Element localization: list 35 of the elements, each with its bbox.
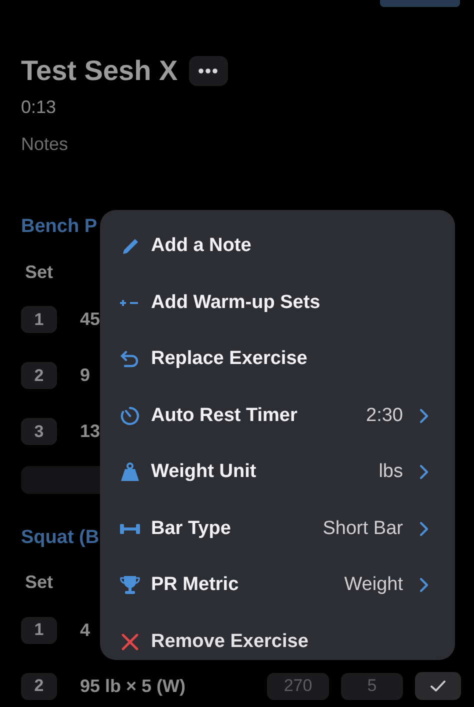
menu-item[interactable]: Remove Exercise bbox=[100, 614, 455, 670]
more-button[interactable] bbox=[188, 56, 228, 86]
previous-value: 4 bbox=[80, 618, 90, 642]
previous-value: 45 bbox=[80, 308, 100, 331]
set-number[interactable]: 1 bbox=[21, 616, 57, 644]
previous-value: 95 lb × 5 (W) bbox=[80, 674, 186, 698]
set-header: Set bbox=[25, 260, 54, 284]
weight-icon bbox=[119, 461, 141, 484]
chevron-right-icon bbox=[419, 464, 429, 480]
menu-item[interactable]: Replace Exercise bbox=[100, 331, 455, 388]
checkmark-icon bbox=[430, 680, 446, 692]
notes-field[interactable]: Notes bbox=[21, 131, 474, 158]
more-icon bbox=[198, 68, 218, 74]
menu-item[interactable]: Add Warm-up Sets bbox=[100, 274, 455, 331]
set-header: Set bbox=[25, 571, 54, 594]
set-number[interactable]: 3 bbox=[21, 418, 57, 445]
chevron-right-icon bbox=[419, 520, 429, 537]
menu-item[interactable]: PR Metric Weight bbox=[100, 557, 455, 614]
chevron-right-icon bbox=[419, 408, 429, 424]
previous-value: 13 bbox=[80, 420, 100, 443]
menu-item[interactable]: Auto Rest Timer 2:30 bbox=[100, 388, 455, 444]
set-number[interactable]: 1 bbox=[21, 306, 57, 333]
workout-title: Test Sesh X bbox=[21, 54, 178, 88]
chevron-right-icon bbox=[419, 577, 429, 594]
menu-item[interactable]: Bar Type Short Bar bbox=[100, 500, 455, 557]
plus-minus-icon bbox=[119, 298, 141, 307]
previous-value: 9 bbox=[80, 364, 90, 387]
menu-item[interactable]: Weight Unit lbs bbox=[100, 444, 455, 500]
workout-duration: 0:13 bbox=[21, 96, 58, 119]
trophy-icon bbox=[119, 574, 141, 596]
check-button[interactable] bbox=[415, 672, 461, 700]
menu-item[interactable]: Add a Note bbox=[100, 218, 455, 274]
timer-icon bbox=[119, 404, 141, 427]
set-number[interactable]: 2 bbox=[21, 362, 57, 389]
set-number[interactable]: 2 bbox=[21, 672, 57, 700]
